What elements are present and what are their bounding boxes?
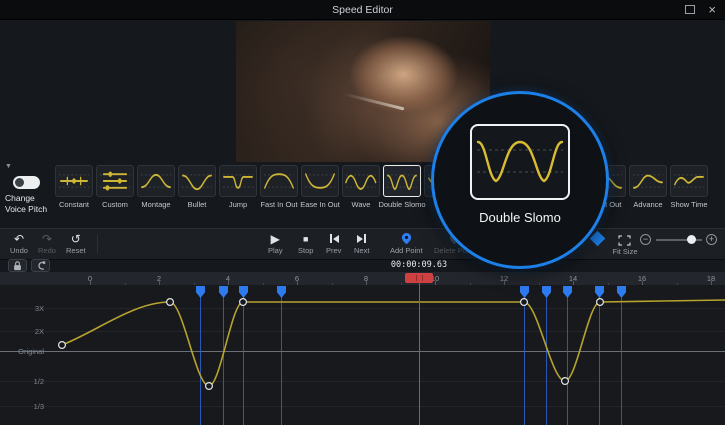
play-button[interactable]: ▶ Play: [268, 232, 283, 255]
playhead-handle[interactable]: [405, 273, 433, 283]
preset-ease-in-out[interactable]: Ease In Out: [301, 165, 339, 209]
curve-handle[interactable]: [521, 299, 528, 306]
zoom-in-icon[interactable]: +: [706, 234, 717, 245]
bullet-icon: [178, 165, 216, 197]
speed-editor-window: Speed Editor × ▼ Change Voice Pitch Cons…: [0, 0, 725, 425]
next-button[interactable]: Next: [354, 232, 369, 255]
window-controls: ×: [685, 0, 716, 19]
ease-in-out-icon: [301, 165, 339, 197]
preset-label: Double Slomo: [383, 200, 421, 209]
curve-handle[interactable]: [597, 299, 604, 306]
close-icon[interactable]: ×: [708, 3, 716, 16]
zoom-slider-knob[interactable]: [687, 235, 696, 244]
titlebar: Speed Editor ×: [0, 0, 725, 20]
constant-icon: [55, 165, 93, 197]
jump-icon: [219, 165, 257, 197]
double-slomo-icon: [383, 165, 421, 197]
curve-handle[interactable]: [206, 383, 213, 390]
fit-size-label: Fit Size: [602, 247, 648, 256]
preset-label: Ease In Out: [301, 200, 339, 209]
current-timecode: 00:00:09.63: [377, 260, 461, 270]
reset-icon: ↺: [71, 232, 81, 245]
speed-curve-editor[interactable]: 3X2XOriginal1/21/3: [0, 285, 725, 425]
stop-button[interactable]: ■ Stop: [298, 232, 313, 255]
preset-label: Fast In Out: [260, 200, 298, 209]
preset-label: Jump: [219, 200, 257, 209]
preset-constant[interactable]: Constant: [55, 165, 93, 209]
magnifier-preset-label: Double Slomo: [434, 210, 606, 225]
preset-label: Advance: [629, 200, 667, 209]
curve-handle[interactable]: [240, 299, 247, 306]
playhead-line: [419, 283, 420, 425]
undo-icon: ↶: [14, 232, 24, 245]
lock-button[interactable]: [8, 259, 27, 272]
fast-in-out-icon: [260, 165, 298, 197]
preset-label: Constant: [55, 200, 93, 209]
redo-icon: ↷: [42, 232, 52, 245]
maximize-icon[interactable]: [685, 5, 695, 14]
next-icon: [357, 232, 367, 245]
preset-jump[interactable]: Jump: [219, 165, 257, 209]
preset-wave[interactable]: Wave: [342, 165, 380, 209]
lock-icon: [11, 260, 24, 271]
add-point-pin-icon: [401, 232, 412, 245]
preset-bullet[interactable]: Bullet: [178, 165, 216, 209]
prev-button[interactable]: Prev: [326, 232, 341, 255]
preset-advance[interactable]: Advance: [629, 165, 667, 209]
advance-icon: [629, 165, 667, 197]
speed-curve: [0, 285, 725, 425]
preset-fast-in-out[interactable]: Fast In Out: [260, 165, 298, 209]
redo-button[interactable]: ↷ Redo: [38, 232, 56, 255]
zoom-out-icon[interactable]: −: [640, 234, 651, 245]
wave-icon: [342, 165, 380, 197]
double-slomo-curve-icon: [472, 126, 568, 198]
preset-label: Montage: [137, 200, 175, 209]
preset-show-time[interactable]: Show Time: [670, 165, 708, 209]
preset-double-slomo[interactable]: Double Slomo: [383, 165, 421, 209]
play-icon: ▶: [271, 232, 280, 245]
preset-montage[interactable]: Montage: [137, 165, 175, 209]
window-title: Speed Editor: [332, 4, 393, 16]
double-slomo-preview[interactable]: [470, 124, 570, 200]
undo-button[interactable]: ↶ Undo: [10, 232, 28, 255]
add-point-button[interactable]: Add Point: [390, 232, 423, 255]
preset-label: Bullet: [178, 200, 216, 209]
preset-label: Show Time: [670, 200, 708, 209]
curve-tool-button[interactable]: [31, 259, 50, 272]
custom-icon: [96, 165, 134, 197]
reset-button[interactable]: ↺ Reset: [66, 232, 86, 255]
toolbar-divider: [97, 235, 98, 253]
timeline-ruler[interactable]: 024681012141618: [0, 272, 725, 286]
preset-label: Custom: [96, 200, 134, 209]
show-time-icon: [670, 165, 708, 197]
curve-handle[interactable]: [59, 342, 66, 349]
curve-handle[interactable]: [562, 378, 569, 385]
montage-icon: [137, 165, 175, 197]
preset-label: Wave: [342, 200, 380, 209]
preset-magnifier: Double Slomo: [431, 91, 609, 269]
curve-tool-icon: [34, 260, 47, 271]
curve-handle[interactable]: [167, 299, 174, 306]
stop-icon: ■: [303, 232, 308, 245]
preset-custom[interactable]: Custom: [96, 165, 134, 209]
prev-icon: [329, 232, 339, 245]
preset-list: ConstantCustomMontageBulletJumpFast In O…: [0, 165, 725, 220]
